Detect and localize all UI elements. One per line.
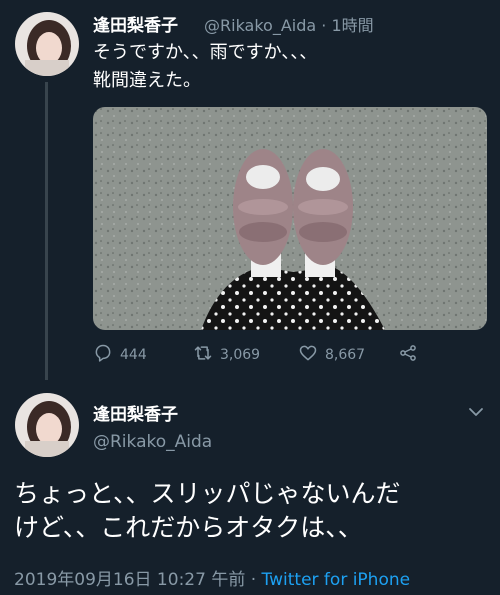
display-name[interactable]: 逢田梨香子 — [93, 400, 178, 425]
handle[interactable]: @Rikako_Aida — [204, 16, 316, 35]
like-button[interactable]: 8,667 — [298, 342, 365, 368]
reply-count: 444 — [120, 347, 147, 363]
separator: · — [316, 16, 332, 35]
source-link[interactable]: Twitter for iPhone — [262, 570, 411, 590]
tweet-footer: 2019年09月16日 10:27 午前 · Twitter for iPhon… — [14, 565, 410, 590]
reply-icon — [93, 343, 113, 367]
timestamp[interactable]: 1時間 — [331, 16, 373, 35]
chevron-down-icon[interactable] — [468, 404, 484, 420]
timestamp[interactable]: 2019年09月16日 10:27 午前 — [14, 570, 245, 590]
handle[interactable]: @Rikako_Aida — [93, 432, 212, 452]
avatar[interactable] — [15, 393, 79, 457]
retweet-button[interactable]: 3,069 — [193, 342, 260, 368]
share-icon — [398, 343, 418, 367]
tweet-actions: 444 3,069 8,667 — [93, 342, 423, 368]
thread-line — [45, 82, 48, 380]
share-button[interactable] — [398, 342, 418, 368]
retweet-count: 3,069 — [220, 347, 261, 363]
retweet-icon — [193, 343, 213, 367]
tweet-photo[interactable] — [93, 107, 487, 330]
reply-button[interactable]: 444 — [93, 342, 147, 368]
avatar[interactable] — [15, 12, 79, 76]
handle-and-time[interactable]: @Rikako_Aida · 1時間 — [204, 12, 374, 36]
heart-icon — [298, 343, 318, 367]
display-name[interactable]: 逢田梨香子 — [93, 11, 178, 36]
separator: · — [245, 570, 262, 590]
like-count: 8,667 — [325, 347, 366, 363]
tweet-text: そうですか、、雨ですか、、、 靴間違えた。 — [93, 42, 318, 91]
tweet-text: ちょっと、、スリッパじゃないんだ けど、、これだからオタクは、、 — [14, 479, 401, 542]
